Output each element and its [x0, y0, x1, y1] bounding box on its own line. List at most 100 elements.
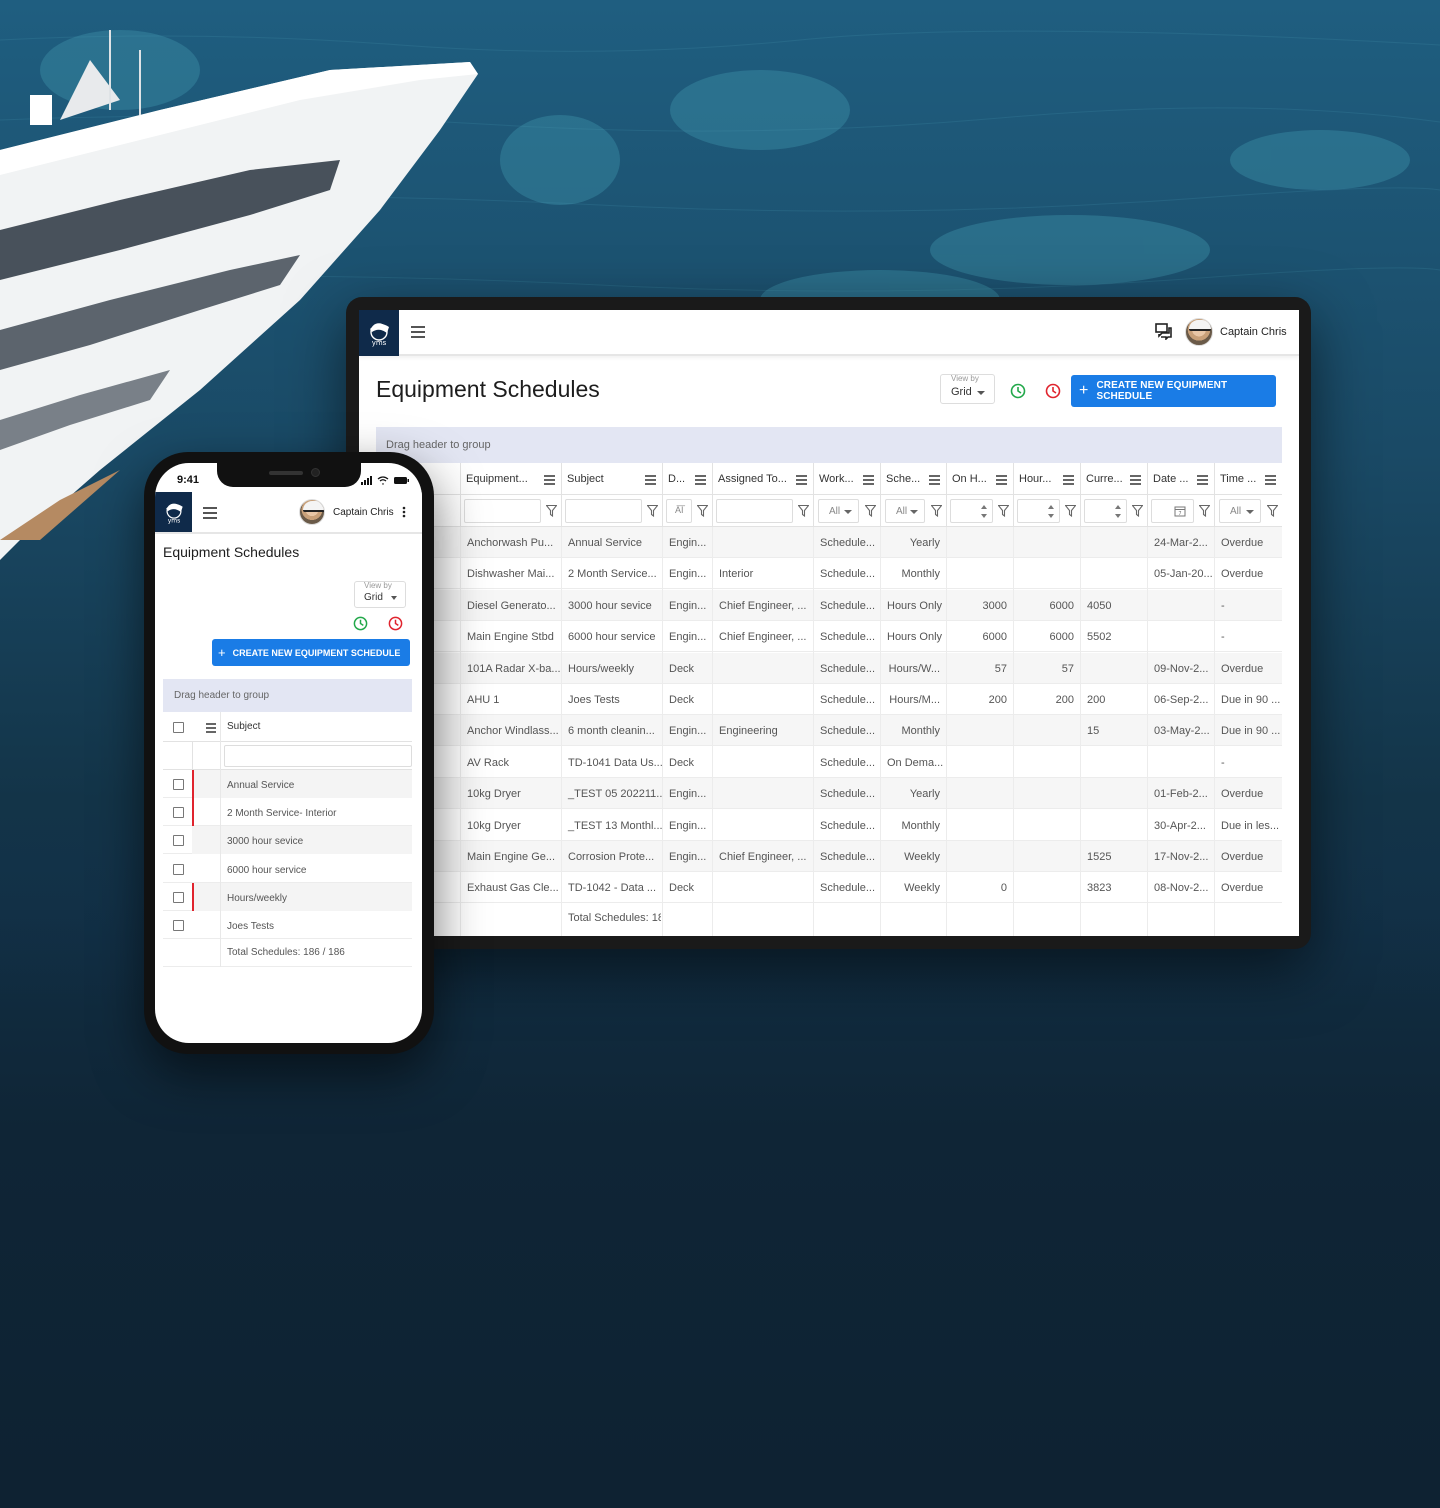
spin-up-icon[interactable] — [1048, 505, 1054, 509]
yms-logo-icon[interactable]: yms — [155, 492, 192, 532]
list-item[interactable]: Annual Service — [163, 770, 412, 798]
table-cell: On Dema... — [881, 746, 947, 778]
filter-funnel-icon[interactable] — [1198, 504, 1211, 518]
create-equipment-schedule-button[interactable]: + CREATE NEW EQUIPMENT SCHEDULE — [212, 639, 410, 666]
menu-lines-icon[interactable] — [1197, 475, 1208, 485]
filter-funnel-icon[interactable] — [864, 504, 877, 518]
avatar[interactable] — [299, 499, 325, 525]
filter-funnel-icon[interactable] — [997, 504, 1010, 518]
filter-select[interactable]: All — [1219, 499, 1261, 523]
menu-lines-icon[interactable] — [544, 475, 555, 485]
user-name[interactable]: Captain Chris — [1220, 326, 1287, 338]
list-item[interactable]: Hours/weekly — [163, 882, 412, 911]
spin-up-icon[interactable] — [981, 505, 987, 509]
drag-header-group-bar[interactable]: Drag header to group — [376, 427, 1282, 463]
user-name[interactable]: Captain Chris — [333, 507, 394, 518]
row-checkbox[interactable] — [173, 863, 184, 875]
green-clock-icon[interactable] — [1010, 383, 1026, 399]
column-header[interactable]: Sche... — [881, 463, 947, 495]
subject-column-header[interactable]: Subject — [227, 721, 260, 732]
red-clock-icon[interactable] — [1045, 383, 1061, 399]
column-header[interactable]: On H... — [947, 463, 1014, 495]
row-checkbox[interactable] — [173, 807, 184, 819]
filter-number-input[interactable] — [1017, 499, 1060, 523]
filter-input[interactable] — [565, 499, 642, 523]
menu-lines-icon[interactable] — [863, 475, 874, 485]
kebab-icon[interactable] — [402, 506, 406, 518]
filter-input[interactable] — [464, 499, 541, 523]
filter-select[interactable]: All — [885, 499, 925, 523]
menu-lines-icon[interactable] — [1063, 475, 1074, 485]
menu-lines-icon[interactable] — [929, 475, 940, 485]
column-header[interactable]: Assigned To... — [713, 463, 814, 495]
filter-funnel-icon[interactable] — [930, 504, 943, 518]
list-item[interactable]: 6000 hour service — [163, 855, 412, 883]
filter-input[interactable]: A͞I — [666, 499, 692, 523]
column-header[interactable]: Time ... — [1215, 463, 1282, 495]
column-header[interactable]: Subject — [562, 463, 663, 495]
menu-lines-icon[interactable] — [796, 475, 807, 485]
column-header[interactable]: Equipment... — [461, 463, 562, 495]
filter-select[interactable]: All — [818, 499, 859, 523]
list-item[interactable]: 3000 hour sevice — [163, 826, 412, 855]
battery-icon — [394, 477, 409, 484]
view-by-select[interactable]: View by Grid — [354, 581, 406, 608]
menu-lines-icon[interactable] — [996, 475, 1007, 485]
yms-logo-icon[interactable]: yms — [359, 310, 399, 356]
table-cell: Hours/M... — [881, 684, 947, 715]
filter-date-input[interactable]: 7 — [1151, 499, 1194, 523]
menu-lines-icon[interactable] — [206, 723, 216, 733]
menu-lines-icon[interactable] — [1130, 475, 1141, 485]
select-all-checkbox[interactable] — [173, 722, 184, 733]
drag-header-group-bar[interactable]: Drag header to group — [163, 679, 412, 712]
filter-funnel-icon[interactable] — [797, 504, 810, 518]
column-header[interactable]: Work... — [814, 463, 881, 495]
red-clock-icon[interactable] — [388, 616, 403, 631]
row-checkbox[interactable] — [173, 891, 184, 903]
table-cell: 4050 — [1081, 589, 1148, 621]
avatar[interactable] — [1185, 318, 1213, 346]
subject-filter-input[interactable] — [224, 745, 412, 767]
calendar-icon[interactable]: 7 — [1174, 505, 1186, 517]
column-header[interactable]: D... — [663, 463, 713, 495]
row-checkbox[interactable] — [173, 779, 184, 790]
column-filter — [562, 495, 663, 527]
spin-up-icon[interactable] — [1115, 505, 1121, 509]
filter-funnel-icon[interactable] — [545, 504, 558, 518]
row-subject: Hours/weekly — [192, 882, 412, 911]
filter-funnel-icon[interactable] — [1266, 504, 1279, 518]
menu-lines-icon[interactable] — [645, 475, 656, 485]
filter-number-input[interactable] — [950, 499, 993, 523]
create-equipment-schedule-button[interactable]: + CREATE NEW EQUIPMENT SCHEDULE — [1071, 375, 1276, 407]
list-item[interactable]: 2 Month Service- Interior — [163, 798, 412, 827]
green-clock-icon[interactable] — [353, 616, 368, 631]
view-by-select[interactable]: View by Grid — [940, 374, 995, 404]
table-cell: 57 — [1014, 652, 1081, 684]
filter-number-input[interactable] — [1084, 499, 1127, 523]
filter-funnel-icon[interactable] — [1131, 504, 1144, 518]
chat-icon[interactable] — [1155, 322, 1173, 340]
spin-down-icon[interactable] — [1115, 514, 1121, 518]
table-cell: 08-Nov-2... — [1148, 872, 1215, 904]
filter-funnel-icon[interactable] — [696, 504, 709, 518]
hamburger-icon[interactable] — [203, 507, 217, 519]
hamburger-icon[interactable] — [411, 326, 425, 338]
list-item[interactable]: Joes Tests — [163, 911, 412, 939]
column-header[interactable]: Date ... — [1148, 463, 1215, 495]
column-header[interactable]: Curre... — [1081, 463, 1148, 495]
filter-input[interactable] — [716, 499, 793, 523]
row-checkbox[interactable] — [173, 920, 184, 931]
menu-lines-icon[interactable] — [695, 475, 706, 485]
table-cell: Diesel Generato... — [461, 589, 562, 621]
spin-down-icon[interactable] — [981, 514, 987, 518]
spin-down-icon[interactable] — [1048, 514, 1054, 518]
table-cell — [1081, 746, 1148, 778]
row-checkbox[interactable] — [173, 835, 184, 847]
menu-lines-icon[interactable] — [1265, 475, 1276, 485]
filter-funnel-icon[interactable] — [1064, 504, 1077, 518]
column-header[interactable]: Hour... — [1014, 463, 1081, 495]
table-cell: Due in 90 ... — [1215, 715, 1282, 746]
filter-select-value: All — [829, 506, 841, 517]
table-cell — [1014, 558, 1081, 590]
filter-funnel-icon[interactable] — [646, 504, 659, 518]
